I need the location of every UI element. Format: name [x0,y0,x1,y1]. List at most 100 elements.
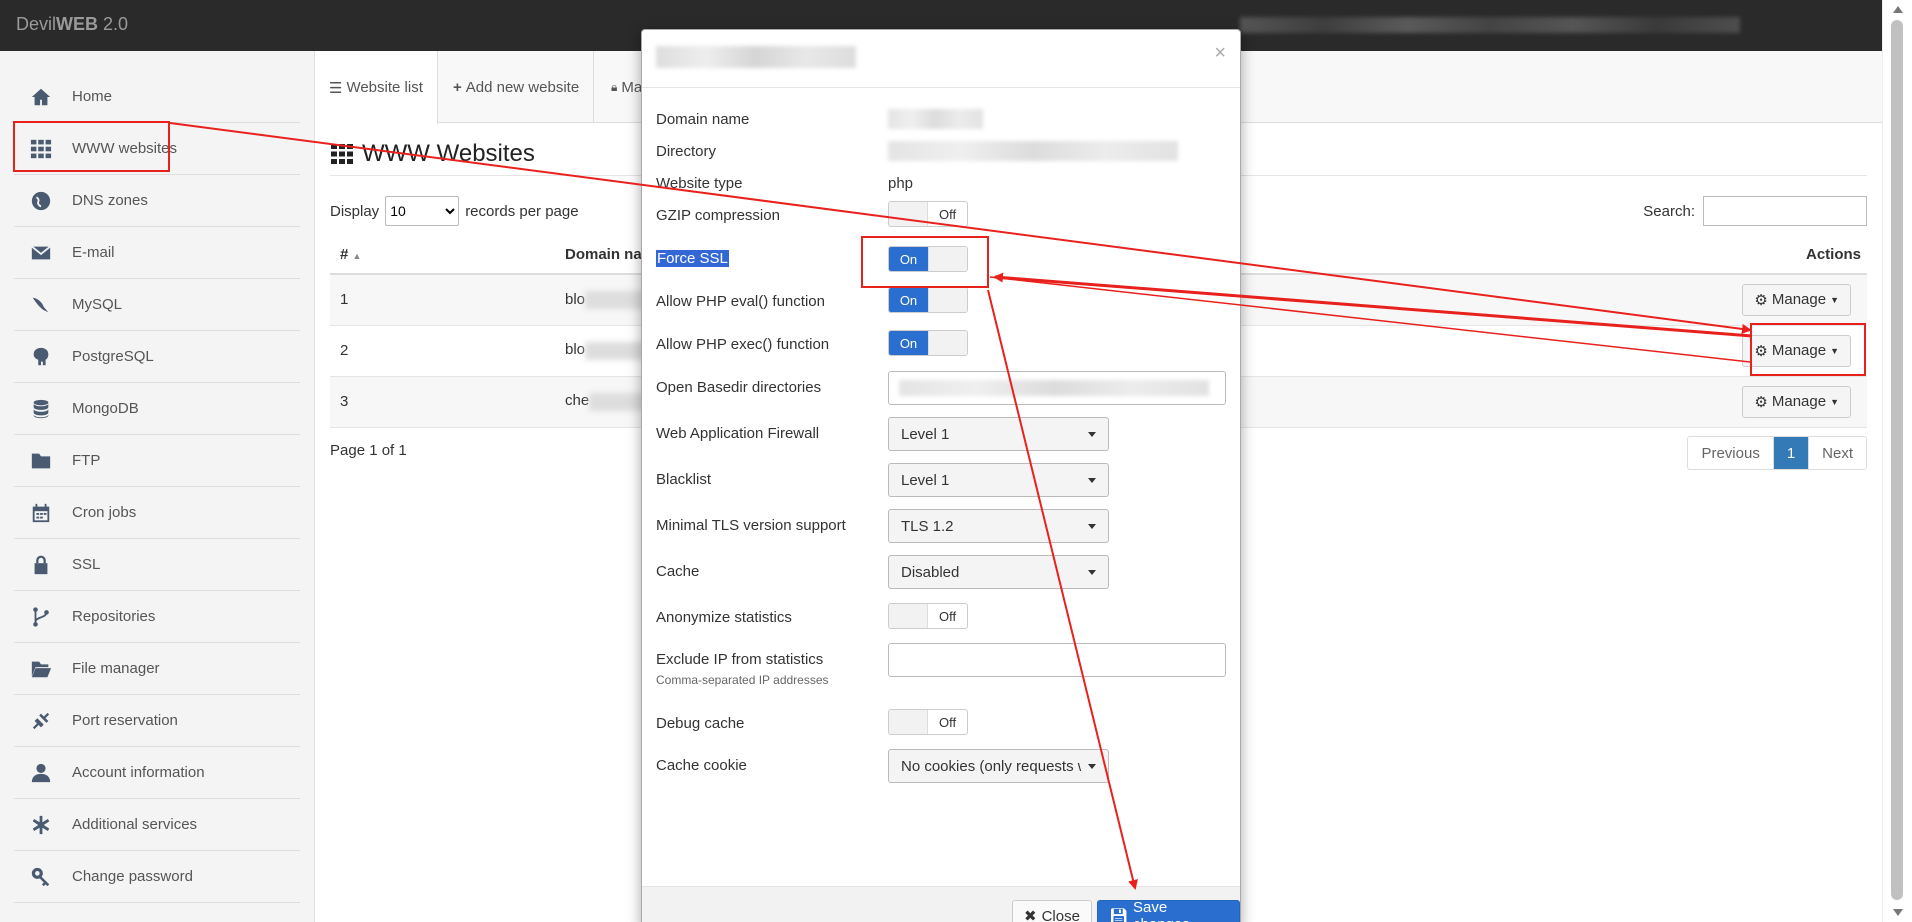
gear-icon: ⚙ [1754,291,1768,309]
field-label: Directory [656,143,717,160]
plus-icon: + [453,78,462,96]
force-ssl-label: Force SSL [656,250,729,267]
modal-header-divider [642,87,1240,88]
search-input[interactable] [1703,196,1867,226]
sidebar-item-label: MongoDB [72,400,139,417]
sidebar-item-label: PostgreSQL [72,348,154,365]
sidebar-item-cron-jobs[interactable]: Cron jobs [14,487,300,539]
toggle-on-label: On [889,331,928,355]
pager-page-current[interactable]: 1 [1772,437,1809,469]
sidebar-item-repositories[interactable]: Repositories [14,591,300,643]
sidebar-item-label: WWW websites [72,140,177,157]
tls-select[interactable]: TLS 1.2 [888,509,1109,543]
records-label: records per page [465,202,579,220]
row-num: 1 [330,274,555,326]
field-label: Website type [656,175,743,192]
column-header-label: Domain nar [565,246,648,263]
dolphin-icon [28,294,54,316]
records-per-page-select[interactable]: 10 [385,196,460,226]
select-value: Level 1 [901,471,950,489]
gzip-toggle[interactable]: Off [888,201,968,227]
domain-text: blo [565,341,586,359]
save-icon: 💾︎ [1109,908,1129,922]
app-brand[interactable]: DevilWEB 2.0 [16,14,128,35]
anonymize-toggle[interactable]: Off [888,603,968,629]
field-label: Anonymize statistics [656,609,792,626]
field-label: Allow PHP exec() function [656,336,830,353]
column-header-num[interactable]: # ▲ [330,236,555,275]
sort-asc-icon: ▲ [352,251,362,261]
toggle-knob [889,710,929,734]
sidebar-item-ftp[interactable]: FTP [14,435,300,487]
scroll-thumb[interactable] [1891,20,1903,900]
sidebar-item-ssl[interactable]: SSL [14,539,300,591]
sidebar-item-additional-services[interactable]: Additional services [14,799,300,851]
branch-icon [28,606,54,628]
brand-light: Devil [16,14,57,34]
field-label: Exclude IP from statistics [656,651,824,668]
sidebar-item-postgresql[interactable]: PostgreSQL [14,331,300,383]
manage-button[interactable]: ⚙ Manage ▼ [1742,385,1851,418]
close-button[interactable]: ✖ Close [1012,900,1092,922]
sidebar-item-port-reservation[interactable]: Port reservation [14,695,300,747]
page-title: WWW Websites [330,140,535,168]
sidebar-item-change-password[interactable]: Change password [14,851,300,903]
sidebar-item-mongodb[interactable]: MongoDB [14,383,300,435]
cache-select[interactable]: Disabled [888,555,1109,589]
debug-cache-toggle[interactable]: Off [888,709,968,735]
redacted-domain [585,341,646,360]
redacted-modal-title [656,46,856,68]
sidebar: Home WWW websites DNS zones E-mail MySQL… [0,51,315,922]
sidebar-item-label: Port reservation [72,712,178,729]
manage-label: Manage [1771,291,1827,309]
pager-previous[interactable]: Previous [1688,437,1772,469]
force-ssl-toggle[interactable]: On [888,246,968,272]
sidebar-item-label: MySQL [72,296,123,313]
close-icon: ✖ [1024,908,1037,922]
folder-open-icon [28,658,54,680]
sidebar-item-label: E-mail [72,244,115,261]
sidebar-item-www-websites[interactable]: WWW websites [14,123,300,175]
exclude-ip-input[interactable] [888,643,1226,677]
caret-down-icon [1088,524,1096,529]
elephant-icon [28,346,54,368]
field-hint: Comma-separated IP addresses [656,673,829,687]
caret-down-icon [1088,764,1096,769]
page-scrollbar[interactable] [1882,0,1912,922]
sidebar-item-mysql[interactable]: MySQL [14,279,300,331]
scroll-down-arrow-icon[interactable] [1893,909,1903,916]
manage-button[interactable]: ⚙ Manage ▼ [1742,283,1851,316]
tab-label: Add new website [465,78,580,96]
tab-add-new-website[interactable]: + Add new website [439,51,595,123]
sidebar-item-account-information[interactable]: Account information [14,747,300,799]
list-icon: ☰ [329,79,343,97]
sidebar-item-email[interactable]: E-mail [14,227,300,279]
sidebar-item-dns-zones[interactable]: DNS zones [14,175,300,227]
sidebar-item-file-manager[interactable]: File manager [14,643,300,695]
php-exec-toggle[interactable]: On [888,330,968,356]
manage-button[interactable]: ⚙ Manage ▼ [1742,334,1851,367]
blacklist-select[interactable]: Level 1 [888,463,1109,497]
tab-website-list[interactable]: ☰ Website list [315,51,438,124]
brand-bold: WEB [56,14,99,34]
scroll-up-arrow-icon[interactable] [1893,6,1903,13]
modal-close-icon[interactable]: × [1214,42,1226,65]
close-button-label: Close [1041,907,1080,922]
pager-next[interactable]: Next [1808,437,1866,469]
open-basedir-input[interactable] [888,371,1226,405]
save-changes-button[interactable]: 💾︎ Save changes [1097,899,1240,922]
sidebar-item-home[interactable]: Home [14,71,300,123]
toggle-off-label: Off [938,206,957,222]
column-header-label: # [340,246,349,263]
redacted-user-info [1240,17,1740,33]
cache-cookie-select[interactable]: No cookies (only requests w [888,749,1109,783]
globe-icon [28,190,54,212]
row-num: 3 [330,376,555,428]
php-eval-toggle[interactable]: On [888,287,968,313]
modal-footer: ✖ Close 💾︎ Save changes [642,886,1240,922]
sidebar-item-label: Change password [72,868,193,885]
toggle-knob [889,202,929,226]
redacted-domain-name [888,109,983,129]
caret-down-icon [1088,478,1096,483]
waf-select[interactable]: Level 1 [888,417,1109,451]
